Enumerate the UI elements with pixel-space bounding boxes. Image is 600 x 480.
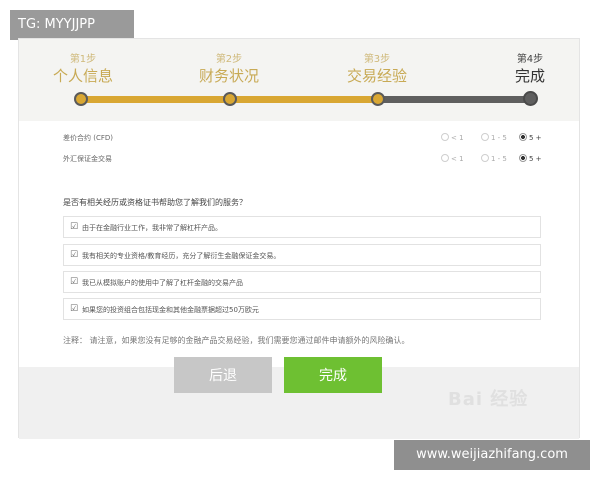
radio-circle-icon: [519, 133, 527, 141]
step-2-marker: [223, 92, 237, 106]
radio-option[interactable]: < 1: [441, 133, 464, 142]
qualification-checkbox[interactable]: ☑ 由于在金融行业工作，我非常了解杠杆产品。: [63, 216, 541, 238]
qualification-question: 是否有相关经历或资格证书帮助您了解我们的服务？: [63, 198, 247, 207]
step-4-number: 第4步: [516, 54, 544, 65]
checkbox-label: 如果您的投资组合包括现金和其他金融票据超过50万欧元: [82, 306, 259, 314]
progress-bar-final: [377, 96, 529, 103]
experience-row-cfd: 差价合约 (CFD) < 1 1 - 5 5 +: [63, 131, 553, 145]
experience-label: 差价合约 (CFD): [63, 134, 113, 142]
checkbox-label: 我已从模拟账户的使用中了解了杠杆金融的交易产品: [82, 279, 243, 287]
site-watermark-label: www.weijiazhifang.com: [394, 440, 590, 470]
step-4-name: 完成: [514, 67, 545, 85]
checkmark-icon: ☑: [70, 250, 79, 260]
radio-circle-icon: [441, 133, 449, 141]
step-1-name: 个人信息: [52, 67, 113, 85]
step-2: 第2步 财务状况: [189, 53, 269, 85]
step-4: 第4步 完成: [497, 53, 563, 85]
radio-circle-icon: [481, 154, 489, 162]
qualification-checkbox[interactable]: ☑ 如果您的投资组合包括现金和其他金融票据超过50万欧元: [63, 298, 541, 320]
radio-option[interactable]: < 1: [441, 154, 464, 163]
tg-watermark-label: TG: MYYJJPP: [10, 10, 134, 40]
back-button[interactable]: 后退: [174, 357, 272, 393]
radio-option-selected[interactable]: 5 +: [519, 154, 542, 163]
step-4-marker: [523, 91, 538, 106]
radio-option[interactable]: 1 - 5: [481, 133, 507, 142]
experience-label: 外汇保证金交易: [63, 155, 112, 163]
checkmark-icon: ☑: [70, 277, 79, 287]
radio-circle-icon: [441, 154, 449, 162]
qualification-checkbox[interactable]: ☑ 我已从模拟账户的使用中了解了杠杆金融的交易产品: [63, 271, 541, 293]
qualification-checkbox[interactable]: ☑ 我有相关的专业资格/教育经历，充分了解衍生金融保证金交易。: [63, 244, 541, 266]
radio-circle-icon: [481, 133, 489, 141]
checkbox-label: 我有相关的专业资格/教育经历，充分了解衍生金融保证金交易。: [82, 252, 281, 260]
step-3: 第3步 交易经验: [337, 53, 417, 85]
checkmark-icon: ☑: [70, 304, 79, 314]
step-2-number: 第2步: [215, 54, 243, 65]
baidu-watermark-logo: Bai 经验: [448, 389, 529, 410]
step-1-marker: [74, 92, 88, 106]
risk-note: 注释： 请注意，如果您没有足够的金融产品交易经验，我们需要您通过邮件申请额外的风…: [63, 336, 410, 345]
step-3-number: 第3步: [363, 54, 391, 65]
step-1-number: 第1步: [69, 54, 97, 65]
radio-circle-icon: [519, 154, 527, 162]
experience-row-forex: 外汇保证金交易 < 1 1 - 5 5 +: [63, 152, 553, 166]
step-2-name: 财务状况: [198, 67, 259, 85]
checkmark-icon: ☑: [70, 222, 79, 232]
step-3-name: 交易经验: [346, 67, 407, 85]
step-progress-header: 第1步 个人信息 第2步 财务状况 第3步 交易经验 第4步 完成: [19, 39, 579, 121]
step-1: 第1步 个人信息: [43, 53, 123, 85]
radio-option[interactable]: 1 - 5: [481, 154, 507, 163]
radio-option-selected[interactable]: 5 +: [519, 133, 542, 142]
step-3-marker: [371, 92, 385, 106]
done-button[interactable]: 完成: [284, 357, 382, 393]
checkbox-label: 由于在金融行业工作，我非常了解杠杆产品。: [82, 224, 222, 232]
